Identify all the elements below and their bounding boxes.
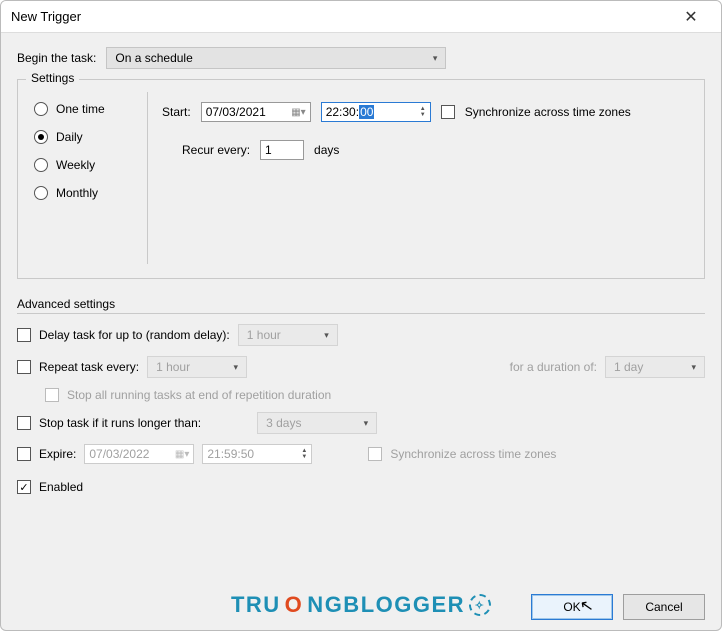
expire-sync-label: Synchronize across time zones: [390, 447, 556, 461]
radio-weekly[interactable]: Weekly: [34, 158, 143, 172]
begin-task-row: Begin the task: On a schedule ▾: [17, 47, 705, 69]
radio-daily[interactable]: Daily: [34, 130, 143, 144]
sync-timezone-label: Synchronize across time zones: [465, 105, 631, 119]
close-icon: ✕: [684, 7, 697, 27]
begin-task-value: On a schedule: [115, 51, 192, 65]
enabled-row: Enabled: [17, 480, 705, 494]
titlebar: New Trigger ✕: [1, 1, 721, 33]
radio-label: Weekly: [56, 158, 95, 172]
begin-task-combo[interactable]: On a schedule ▾: [106, 47, 446, 69]
recur-days-input[interactable]: 1: [260, 140, 304, 160]
ok-button[interactable]: OK: [531, 594, 613, 620]
stop-all-label: Stop all running tasks at end of repetit…: [67, 388, 331, 402]
stop-if-checkbox[interactable]: [17, 416, 31, 430]
recur-row: Recur every: 1 days: [162, 140, 686, 160]
expire-label: Expire:: [39, 447, 76, 461]
duration-value: 1 day: [614, 360, 643, 374]
recur-value: 1: [265, 143, 272, 157]
radio-label: One time: [56, 102, 105, 116]
enabled-checkbox[interactable]: [17, 480, 31, 494]
schedule-radio-group: One time Daily Weekly Monthly: [28, 92, 148, 264]
chevron-down-icon: ▾: [364, 418, 369, 429]
begin-task-label: Begin the task:: [17, 51, 96, 65]
expire-time-picker[interactable]: 21:59:50 ▲▼: [202, 444, 312, 464]
calendar-icon: ▦▾: [175, 449, 189, 460]
cancel-button[interactable]: Cancel: [623, 594, 705, 620]
expire-date-picker[interactable]: 07/03/2022 ▦▾: [84, 444, 194, 464]
stop-if-value: 3 days: [266, 416, 301, 430]
recur-unit: days: [314, 143, 339, 157]
start-label: Start:: [162, 105, 191, 119]
chevron-down-icon: ▾: [691, 362, 696, 373]
expire-sync-checkbox: [368, 447, 382, 461]
repeat-label: Repeat task every:: [39, 360, 139, 374]
repeat-checkbox[interactable]: [17, 360, 31, 374]
new-trigger-dialog: New Trigger ✕ Begin the task: On a sched…: [0, 0, 722, 631]
dialog-footer: OK Cancel ↖: [17, 594, 705, 620]
stop-all-row: Stop all running tasks at end of repetit…: [45, 388, 705, 402]
radio-one-time[interactable]: One time: [34, 102, 143, 116]
start-time-picker[interactable]: 22:30:00 ▲▼: [321, 102, 431, 122]
duration-combo[interactable]: 1 day ▾: [605, 356, 705, 378]
recur-label: Recur every:: [182, 143, 250, 157]
sync-timezone-checkbox[interactable]: [441, 105, 455, 119]
radio-icon: [34, 130, 48, 144]
radio-label: Monthly: [56, 186, 98, 200]
cursor-icon: ↖: [578, 595, 595, 617]
start-time-value: 22:30:00: [326, 105, 375, 119]
advanced-settings-legend: Advanced settings: [17, 297, 705, 314]
start-date-value: 07/03/2021: [206, 105, 266, 119]
delay-value: 1 hour: [247, 328, 281, 342]
delay-checkbox[interactable]: [17, 328, 31, 342]
close-button[interactable]: ✕: [671, 2, 711, 32]
settings-group: Settings One time Daily Weekly: [17, 79, 705, 279]
calendar-icon: ▦▾: [291, 107, 305, 118]
start-row: Start: 07/03/2021 ▦▾ 22:30:00 ▲▼ Synchro…: [162, 102, 686, 122]
chevron-down-icon: ▾: [433, 53, 438, 64]
settings-body: One time Daily Weekly Monthly: [28, 92, 694, 264]
stop-all-checkbox: [45, 388, 59, 402]
spinner-icon[interactable]: ▲▼: [301, 448, 307, 460]
cancel-label: Cancel: [645, 600, 682, 614]
radio-label: Daily: [56, 130, 83, 144]
chevron-down-icon: ▾: [324, 330, 329, 341]
spinner-icon[interactable]: ▲▼: [420, 106, 426, 118]
stop-if-combo[interactable]: 3 days ▾: [257, 412, 377, 434]
window-title: New Trigger: [11, 9, 81, 24]
duration-label: for a duration of:: [510, 360, 597, 374]
stop-if-label: Stop task if it runs longer than:: [39, 416, 201, 430]
dialog-content: Begin the task: On a schedule ▾ Settings…: [1, 33, 721, 514]
radio-icon: [34, 186, 48, 200]
radio-monthly[interactable]: Monthly: [34, 186, 143, 200]
radio-icon: [34, 102, 48, 116]
expire-row: Expire: 07/03/2022 ▦▾ 21:59:50 ▲▼ Synchr…: [17, 444, 705, 464]
expire-time-value: 21:59:50: [207, 447, 254, 461]
repeat-row: Repeat task every: 1 hour ▾ for a durati…: [17, 356, 705, 378]
repeat-value: 1 hour: [156, 360, 190, 374]
radio-icon: [34, 158, 48, 172]
delay-combo[interactable]: 1 hour ▾: [238, 324, 338, 346]
ok-label: OK: [563, 600, 580, 614]
chevron-down-icon: ▾: [234, 362, 239, 373]
repeat-combo[interactable]: 1 hour ▾: [147, 356, 247, 378]
schedule-panel: Start: 07/03/2021 ▦▾ 22:30:00 ▲▼ Synchro…: [148, 92, 694, 264]
delay-label: Delay task for up to (random delay):: [39, 328, 230, 342]
delay-row: Delay task for up to (random delay): 1 h…: [17, 324, 705, 346]
settings-legend: Settings: [26, 71, 79, 85]
expire-date-value: 07/03/2022: [89, 447, 149, 461]
stop-if-row: Stop task if it runs longer than: 3 days…: [17, 412, 705, 434]
enabled-label: Enabled: [39, 480, 83, 494]
expire-checkbox[interactable]: [17, 447, 31, 461]
start-date-picker[interactable]: 07/03/2021 ▦▾: [201, 102, 311, 122]
